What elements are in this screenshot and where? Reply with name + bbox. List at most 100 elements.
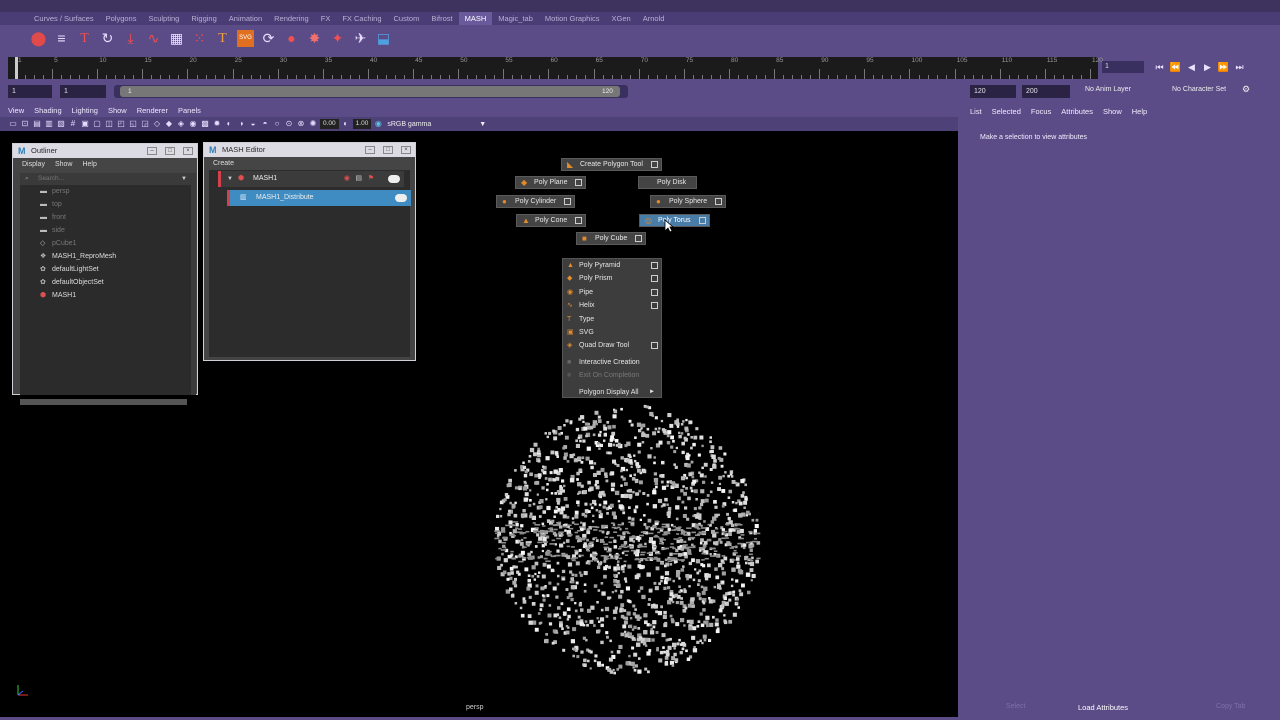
chevron-down-icon[interactable]: ▼ (479, 121, 486, 128)
attribute-menu-focus[interactable]: Focus (1031, 107, 1051, 116)
checkbox-icon[interactable]: ■ (567, 369, 571, 382)
outliner-menu-show[interactable]: Show (55, 161, 73, 168)
step-back-frame-icon[interactable]: ◀ (1185, 62, 1198, 73)
gate-mask-icon[interactable]: ◫ (104, 119, 114, 129)
network-toggle[interactable] (388, 175, 400, 183)
go-to-start-icon[interactable]: ⏮ (1153, 62, 1166, 73)
isolate-select-icon[interactable]: ⊙ (284, 119, 294, 129)
mash-loop-icon[interactable]: ↻ (99, 30, 116, 47)
maximize-icon[interactable]: □ (165, 147, 175, 155)
mash-sphere-icon[interactable]: ● (283, 30, 300, 47)
start-time-field[interactable]: 1 (8, 85, 52, 98)
outliner-icon[interactable]: ▤ (355, 171, 362, 187)
shelf-tab-fx-caching[interactable]: FX Caching (336, 12, 387, 25)
current-frame-field[interactable]: 1 (1102, 61, 1144, 73)
outliner-horizontal-scrollbar[interactable] (20, 399, 187, 405)
checkbox-icon[interactable]: ■ (567, 356, 571, 369)
safe-title-icon[interactable]: ◲ (140, 119, 150, 129)
mm-list-item[interactable]: ◉ Pipe (563, 286, 661, 299)
gamma-field[interactable]: 1.00 (352, 119, 372, 129)
end-time-field[interactable]: 200 (1022, 85, 1070, 98)
option-box-icon[interactable] (650, 161, 658, 168)
mm-create-polygon-tool[interactable]: ◣ Create Polygon Tool (561, 158, 662, 171)
outliner-vertical-scrollbar[interactable] (191, 173, 196, 395)
shelf-tab-arnold[interactable]: Arnold (637, 12, 671, 25)
mm-exit-on-completion[interactable]: ■ Exit On Completion (563, 369, 661, 382)
option-box-icon[interactable] (651, 302, 658, 310)
option-box-icon[interactable] (715, 198, 723, 205)
option-box-icon[interactable] (698, 217, 706, 224)
shelf-tab-fx[interactable]: FX (315, 12, 337, 25)
chevron-down-icon[interactable]: ▼ (181, 173, 187, 185)
mash-dynamics-icon[interactable]: ✦ (329, 30, 346, 47)
step-back-key-icon[interactable]: ⏪ (1169, 62, 1182, 73)
attribute-menu-show[interactable]: Show (1103, 107, 1122, 116)
outliner-item[interactable]: ❖ MASH1_ReproMesh (20, 250, 191, 263)
outliner-item[interactable]: ▬ persp (20, 185, 191, 198)
film-gate-icon[interactable]: ▣ (80, 119, 90, 129)
mm-interactive-creation[interactable]: ■ Interactive Creation (563, 356, 661, 369)
attribute-menu-list[interactable]: List (970, 107, 982, 116)
option-box-icon[interactable] (651, 342, 658, 350)
expand-arrow-icon[interactable]: ▼ (227, 171, 233, 187)
mash-trail-icon[interactable]: ✈ (352, 30, 369, 47)
mm-poly-sphere[interactable]: ● Poly Sphere (650, 195, 727, 208)
option-box-icon[interactable] (575, 217, 583, 224)
mash-network-icon[interactable]: ⬤ (30, 30, 47, 47)
depth-of-field-icon[interactable]: ○ (272, 119, 282, 129)
viewport-menu-lighting[interactable]: Lighting (72, 106, 98, 115)
shelf-tab-bifrost[interactable]: Bifrost (425, 12, 458, 25)
attribute-menu-attributes[interactable]: Attributes (1061, 107, 1093, 116)
play-icon[interactable]: ▶ (1201, 62, 1214, 73)
grid-icon[interactable]: # (68, 119, 78, 129)
select-button[interactable]: Select (1006, 703, 1025, 710)
mm-poly-cone[interactable]: ▲ Poly Cone (516, 214, 587, 227)
outliner-item[interactable]: ▬ side (20, 224, 191, 237)
textured-icon[interactable]: ▩ (200, 119, 210, 129)
shelf-tab-xgen[interactable]: XGen (606, 12, 637, 25)
mute-icon[interactable]: ◉ (344, 171, 350, 187)
trash-icon[interactable]: ⚑ (368, 171, 374, 187)
preferences-icon[interactable]: ⚙ (1242, 84, 1250, 95)
outliner-search-field[interactable]: ⌕ Search... ▼ (20, 173, 191, 185)
wireframe-on-shaded-icon[interactable]: ◈ (176, 119, 186, 129)
option-box-icon[interactable] (651, 275, 658, 283)
shelf-tab-polygons[interactable]: Polygons (100, 12, 143, 25)
mash-curve-icon[interactable]: ∿ (145, 30, 162, 47)
playback-start-field[interactable]: 1 (60, 85, 106, 98)
lights-icon[interactable]: ✹ (212, 119, 222, 129)
viewport-menu-show[interactable]: Show (108, 106, 127, 115)
mm-poly-plane[interactable]: ◆ Poly Plane (515, 176, 587, 189)
load-attributes-button[interactable]: Load Attributes (1078, 703, 1128, 712)
image-plane-icon[interactable]: ▧ (56, 119, 66, 129)
exposure-field[interactable]: 0.00 (320, 119, 339, 129)
gamma-icon[interactable]: ◐ (341, 119, 351, 129)
color-management-icon[interactable]: ◉ (373, 119, 383, 129)
mash-list-icon[interactable]: ≡ (53, 30, 70, 47)
range-slider-handle[interactable]: 1 120 (120, 86, 620, 97)
bookmark-icon[interactable]: ▥ (44, 119, 54, 129)
viewport-menu-shading[interactable]: Shading (34, 106, 62, 115)
shelf-tab-mash[interactable]: MASH (458, 12, 493, 25)
viewport-menu-panels[interactable]: Panels (178, 106, 201, 115)
minimize-icon[interactable]: – (147, 147, 157, 155)
outliner-item[interactable]: ▬ front (20, 211, 191, 224)
option-box-icon[interactable] (635, 235, 643, 242)
viewport-menu-view[interactable]: View (8, 106, 24, 115)
outliner-item[interactable]: ✿ defaultLightSet (20, 263, 191, 276)
mash-grid-icon[interactable]: ▦ (168, 30, 185, 47)
playhead[interactable] (15, 57, 18, 79)
ambient-occlusion-icon[interactable]: ◑ (236, 119, 246, 129)
attribute-menu-selected[interactable]: Selected (992, 107, 1021, 116)
mm-poly-cube[interactable]: ■ Poly Cube (576, 232, 647, 245)
option-box-icon[interactable] (564, 198, 572, 205)
mm-poly-disk[interactable]: Poly Disk (638, 176, 698, 189)
wireframe-icon[interactable]: ◇ (152, 119, 162, 129)
field-chart-icon[interactable]: ◰ (116, 119, 126, 129)
outliner-item[interactable]: ⬢ MASH1 (20, 289, 191, 302)
shelf-tab-motion-graphics[interactable]: Motion Graphics (539, 12, 606, 25)
mash-editor-title-bar[interactable]: M MASH Editor – □ × (204, 143, 415, 157)
time-slider[interactable]: 1 5 10 15 20 25 30 35 40 45 50 55 60 65 70 75 80 85 90 95 10… (8, 57, 1103, 79)
mm-list-item[interactable]: ▲ Poly Pyramid (563, 259, 661, 272)
safe-action-icon[interactable]: ◱ (128, 119, 138, 129)
